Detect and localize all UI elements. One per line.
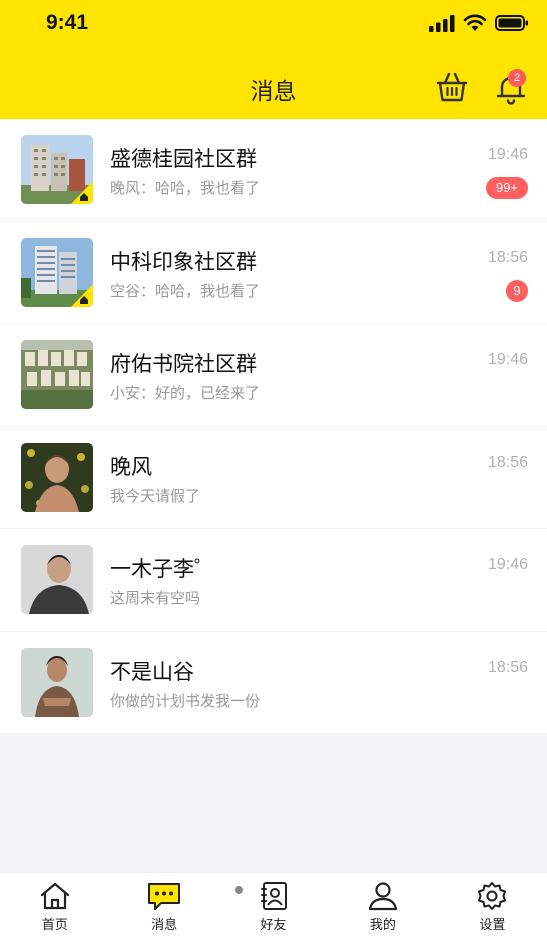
conversation-name: 不是山谷	[110, 659, 194, 684]
contacts-icon	[260, 882, 287, 910]
conversation-row[interactable]: 不是山谷 你做的计划书发我一份 18:56	[0, 632, 547, 734]
building-group-avatar	[21, 237, 93, 307]
unread-badge: 99+	[486, 177, 528, 199]
conversation-time: 19:46	[487, 351, 528, 368]
aerial-community-avatar	[21, 340, 93, 409]
conversation-preview: 空谷：哈哈，我也看了	[110, 281, 261, 300]
conversation-name: 晚风	[110, 454, 152, 479]
battery-icon	[495, 15, 528, 31]
signal-icon	[429, 15, 455, 32]
conversation-name: 一木子李゜	[110, 557, 215, 581]
notification-badge: 2	[508, 69, 526, 87]
tab-friends[interactable]: 好友	[219, 873, 328, 939]
conversation-time: 18:56	[487, 658, 528, 676]
conversation-row[interactable]: 府佑书院社区群 小安：好的，已经来了 19:46	[0, 324, 547, 427]
tab-mine[interactable]: 我的	[328, 873, 437, 939]
wifi-icon	[463, 14, 487, 31]
tab-home[interactable]: 首页	[0, 873, 109, 939]
tab-label: 首页	[41, 918, 68, 933]
conversation-preview: 小安：好的，已经来了	[110, 384, 261, 402]
conversation-name: 中科印象社区群	[110, 249, 257, 274]
conversation-preview: 晚风：哈哈，我也看了	[110, 179, 261, 197]
message-icon	[148, 883, 181, 910]
tab-bar: 首页 消息 好友 我的 设置	[0, 872, 547, 939]
home-icon	[40, 882, 69, 910]
conversation-preview: 这周末有空吗	[110, 589, 201, 607]
conversation-preview: 我今天请假了	[110, 486, 201, 505]
conversation-list: 盛德桂园社区群 晚风：哈哈，我也看了 19:46 99+ 中科印象社区群 空谷：…	[0, 119, 547, 734]
tab-label: 我的	[369, 918, 396, 933]
unread-badge: 9	[506, 279, 528, 302]
conversation-row[interactable]: 一木子李゜ 这周末有空吗 19:46	[0, 529, 547, 632]
person-icon	[368, 882, 398, 911]
basket-button[interactable]	[434, 70, 470, 104]
messages-screen: 9:41 消息 2 盛德桂园社区群 晚风：哈哈，我也看了 19:46 99+ 中…	[0, 0, 547, 939]
status-icons	[429, 14, 529, 32]
basket-icon	[436, 72, 468, 102]
conversation-preview: 你做的计划书发我一份	[110, 691, 261, 710]
gear-icon	[478, 882, 507, 910]
conversation-time: 19:46	[487, 556, 528, 573]
conversation-row[interactable]: 盛德桂园社区群 晚风：哈哈，我也看了 19:46 99+	[0, 119, 547, 222]
tab-label: 设置	[479, 918, 506, 933]
conversation-time: 19:46	[487, 146, 528, 163]
tab-messages[interactable]: 消息	[109, 873, 218, 939]
indicator-dot	[235, 886, 243, 894]
tab-label: 消息	[151, 918, 178, 933]
header-bar: 9:41 消息 2	[0, 0, 547, 119]
person-avatar	[21, 545, 93, 614]
tab-label: 好友	[260, 918, 287, 933]
status-time: 9:41	[46, 11, 89, 34]
person-avatar	[21, 442, 93, 512]
person-avatar	[21, 647, 93, 717]
notification-button[interactable]: 2	[493, 68, 529, 105]
conversation-row[interactable]: 中科印象社区群 空谷：哈哈，我也看了 18:56 9	[0, 222, 547, 324]
conversation-time: 18:56	[487, 248, 528, 266]
tab-settings[interactable]: 设置	[438, 873, 547, 939]
conversation-row[interactable]: 晚风 我今天请假了 18:56	[0, 427, 547, 529]
conversation-name: 盛德桂园社区群	[110, 147, 257, 171]
building-group-avatar	[21, 135, 93, 204]
conversation-name: 府佑书院社区群	[110, 352, 257, 376]
conversation-time: 18:56	[487, 453, 528, 471]
